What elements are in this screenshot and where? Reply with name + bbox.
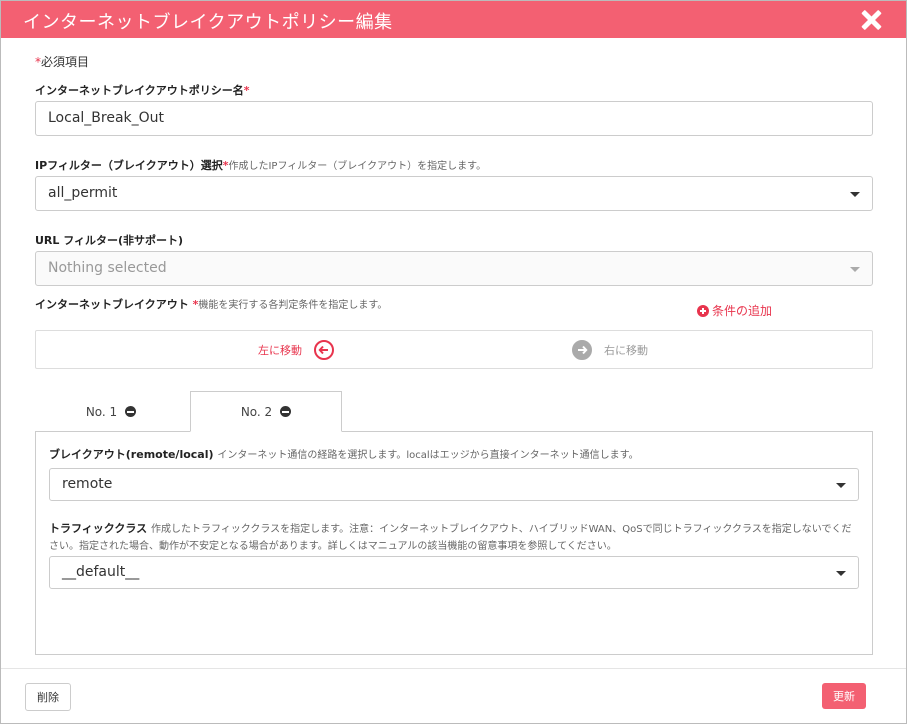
caret-down-icon — [850, 192, 860, 197]
traffic-class-hint: 作成したトラフィッククラスを指定します。注意：インターネットブレイクアウト、ハイ… — [49, 524, 852, 552]
remove-tab-icon[interactable] — [280, 406, 292, 417]
move-left-button[interactable]: 左に移動 — [258, 340, 334, 360]
close-icon[interactable] — [860, 9, 882, 31]
breakout-mode-select[interactable]: remote — [49, 468, 859, 501]
tab-no-1[interactable]: No. 1 — [35, 391, 187, 432]
update-button[interactable]: 更新 — [822, 683, 866, 709]
caret-down-icon — [836, 483, 846, 488]
condition-tabs: No. 1 No. 2 — [35, 391, 873, 432]
breakout-mode-label-text: ブレイクアウト(remote/local) — [49, 448, 214, 461]
delete-button[interactable]: 削除 — [25, 683, 71, 711]
ip-filter-label-text: IPフィルター（ブレイクアウト）選択 — [35, 159, 223, 172]
caret-down-icon — [836, 571, 846, 576]
breakout-label-text: インターネットブレイクアウト — [35, 298, 189, 311]
ip-filter-select[interactable]: all_permit — [35, 176, 873, 211]
traffic-class-label-text: トラフィッククラス — [49, 522, 148, 535]
required-note: *必須項目 — [35, 53, 89, 70]
breakout-mode-value: remote — [62, 476, 113, 492]
breakout-hint: 機能を実行する各判定条件を指定します。 — [198, 300, 388, 311]
add-condition-label: 条件の追加 — [712, 304, 773, 318]
caret-down-icon — [850, 267, 860, 272]
traffic-class-value: __default__ — [62, 564, 140, 580]
edit-policy-modal: インターネットブレイクアウトポリシー編集 *必須項目 インターネットブレイクアウ… — [0, 0, 907, 724]
breakout-label: インターネットブレイクアウト *機能を実行する各判定条件を指定します。 — [35, 296, 387, 312]
ip-filter-label: IPフィルター（ブレイクアウト）選択*作成したIPフィルター（ブレイクアウト）を… — [35, 157, 486, 173]
move-right-button[interactable]: 右に移動 — [572, 340, 648, 360]
url-filter-label: URL フィルター(非サポート) — [35, 234, 184, 247]
policy-name-input[interactable]: Local_Break_Out — [35, 101, 873, 136]
modal-header: インターネットブレイクアウトポリシー編集 — [1, 1, 906, 38]
url-filter-select: Nothing selected — [35, 251, 873, 286]
policy-name-value: Local_Break_Out — [48, 110, 165, 126]
breakout-mode-hint: インターネット通信の経路を選択します。localはエッジから直接インターネット通… — [217, 450, 639, 461]
tab-panel: ブレイクアウト(remote/local) インターネット通信の経路を選択します… — [35, 431, 873, 655]
required-mark: * — [243, 84, 250, 97]
move-left-label: 左に移動 — [258, 344, 302, 357]
required-note-text: 必須項目 — [41, 55, 90, 69]
modal-title: インターネットブレイクアウトポリシー編集 — [23, 12, 393, 33]
policy-name-label-text: インターネットブレイクアウトポリシー名 — [35, 84, 244, 97]
move-right-label: 右に移動 — [604, 344, 648, 357]
traffic-class-select[interactable]: __default__ — [49, 556, 859, 589]
arrow-left-circle-icon — [314, 340, 334, 360]
ip-filter-hint: 作成したIPフィルター（ブレイクアウト）を指定します。 — [228, 161, 487, 172]
footer-divider — [1, 668, 906, 669]
breakout-mode-label: ブレイクアウト(remote/local) インターネット通信の経路を選択します… — [49, 447, 639, 464]
remove-tab-icon[interactable] — [125, 406, 137, 417]
plus-circle-icon — [697, 304, 709, 317]
arrow-right-circle-icon — [572, 340, 592, 360]
traffic-class-label: トラフィッククラス 作成したトラフィッククラスを指定します。注意：インターネット… — [49, 521, 861, 555]
add-condition-button[interactable]: 条件の追加 — [697, 302, 772, 319]
tab-no-2[interactable]: No. 2 — [190, 391, 342, 432]
tab-label: No. 2 — [240, 404, 273, 419]
move-bar: 左に移動 右に移動 — [35, 330, 873, 369]
policy-name-label: インターネットブレイクアウトポリシー名* — [35, 82, 250, 98]
url-filter-placeholder: Nothing selected — [48, 260, 167, 276]
ip-filter-value: all_permit — [48, 185, 118, 201]
tab-label: No. 1 — [85, 404, 118, 419]
